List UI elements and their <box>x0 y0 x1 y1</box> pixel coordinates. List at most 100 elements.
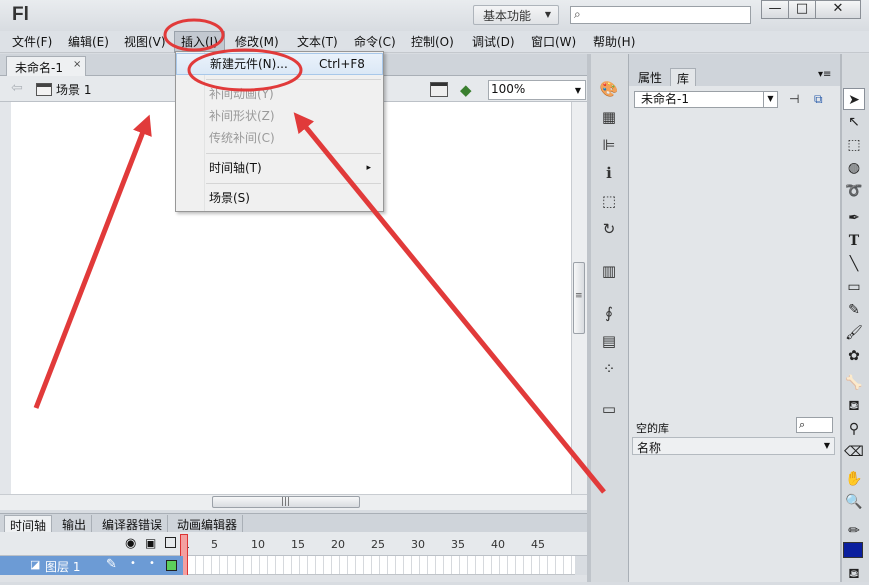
stroke-color-icon[interactable]: ✏ <box>843 520 865 542</box>
menu-item-timeline[interactable]: 时间轴(T) ▸ <box>176 157 383 179</box>
history-icon[interactable]: ↻ <box>599 219 619 239</box>
components-icon[interactable]: ▤ <box>599 331 619 351</box>
search-icon: ⌕ <box>574 7 581 21</box>
layer-icon: ◪ <box>30 558 41 571</box>
close-button[interactable]: ✕ <box>815 0 861 19</box>
library-search-input[interactable]: ⌕ <box>796 417 833 433</box>
pen-tool-icon[interactable]: ✒ <box>843 207 865 229</box>
zoom-tool-icon[interactable]: 🔍 <box>843 491 865 513</box>
submenu-arrow-icon: ▸ <box>366 163 371 173</box>
project-icon[interactable]: ▭ <box>599 399 619 419</box>
align-icon[interactable]: ⊫ <box>599 135 619 155</box>
tab-library[interactable]: 库 <box>670 68 697 86</box>
menu-commands[interactable]: 命令(C) <box>348 31 402 53</box>
text-tool-icon[interactable]: T <box>843 230 865 252</box>
menu-item-shortcut: Ctrl+F8 <box>319 57 365 71</box>
tab-motion-editor[interactable]: 动画编辑器 <box>172 515 244 533</box>
menu-separator <box>206 183 381 184</box>
tab-properties[interactable]: 属性 <box>632 68 668 86</box>
menu-item-label: 新建元件(N)... <box>210 57 288 71</box>
free-transform-tool-icon[interactable]: ⬚ <box>843 134 865 156</box>
3d-rotation-tool-icon[interactable]: ◍ <box>843 157 865 179</box>
tab-timeline[interactable]: 时间轴 <box>4 515 53 533</box>
library-document-select[interactable]: 未命名-1 ▼ <box>634 91 778 108</box>
menu-control[interactable]: 控制(O) <box>405 31 460 53</box>
menu-item-label: 时间轴(T) <box>209 161 262 175</box>
back-arrow-icon[interactable]: ⇦ <box>11 80 23 96</box>
edit-scene-icon[interactable] <box>430 82 448 97</box>
subselection-tool-icon[interactable]: ↖ <box>843 111 865 133</box>
minimize-button[interactable]: — <box>761 0 789 19</box>
menu-view[interactable]: 视图(V) <box>118 31 172 53</box>
pin-icon[interactable]: ⊣ <box>789 92 799 106</box>
library-column-header[interactable]: 名称 ▼ <box>632 437 835 455</box>
document-tab[interactable]: 未命名-1 × <box>6 56 86 76</box>
sort-arrow-icon: ▼ <box>823 441 830 450</box>
tab-compiler-errors[interactable]: 编译器错误 <box>97 515 169 533</box>
zoom-select[interactable]: 100% ▼ <box>488 80 586 100</box>
chevron-down-icon: ▼ <box>763 92 777 107</box>
lasso-tool-icon[interactable]: ➰ <box>843 180 865 202</box>
motion-presets-icon[interactable]: ⁘ <box>599 359 619 379</box>
frames-row[interactable] <box>188 556 575 575</box>
eye-icon[interactable]: ◉ <box>125 536 136 551</box>
dot-icon[interactable]: • <box>130 558 136 569</box>
rectangle-tool-icon[interactable]: ▭ <box>843 276 865 298</box>
dot-icon[interactable]: • <box>149 558 155 569</box>
info-icon[interactable]: ℹ <box>599 163 619 183</box>
chevron-down-icon: ▼ <box>544 10 551 19</box>
brush-tool-icon[interactable]: 🖌 <box>843 322 865 344</box>
frame-number: 15 <box>291 538 305 551</box>
menu-modify[interactable]: 修改(M) <box>229 31 285 53</box>
horizontal-scroll-thumb[interactable]: ||| <box>212 496 360 508</box>
bone-tool-icon[interactable]: 🦴 <box>843 372 865 394</box>
layer-row[interactable]: ◪ 图层 1 ✎ • • <box>0 556 183 575</box>
swatches-icon[interactable]: ▦ <box>599 107 619 127</box>
library-icon[interactable]: ▥ <box>599 261 619 281</box>
tab-output[interactable]: 输出 <box>57 515 93 533</box>
menu-help[interactable]: 帮助(H) <box>587 31 641 53</box>
menu-text[interactable]: 文本(T) <box>291 31 344 53</box>
layer-outline-color[interactable] <box>166 560 177 571</box>
transform-icon[interactable]: ⬚ <box>599 191 619 211</box>
actions-icon[interactable]: ∮ <box>599 303 619 323</box>
color-panel-icon[interactable]: 🎨 <box>599 79 619 99</box>
timeline-tab-bar: 时间轴 输出 编译器错误 动画编辑器 <box>0 513 587 533</box>
pencil-tool-icon[interactable]: ✎ <box>843 299 865 321</box>
layer-name: 图层 1 <box>45 560 81 574</box>
menu-item-new-symbol[interactable]: 新建元件(N)... Ctrl+F8 <box>176 53 383 75</box>
menu-item-scene[interactable]: 场景(S) <box>176 187 383 209</box>
frame-ruler[interactable]: 1 5 10 15 20 25 30 35 40 45 <box>183 536 579 556</box>
line-tool-icon[interactable]: ╲ <box>843 253 865 275</box>
insert-menu: 新建元件(N)... Ctrl+F8 补间动画(Y) 补间形状(Z) 传统补间(… <box>175 51 384 212</box>
menu-debug[interactable]: 调试(D) <box>466 31 521 53</box>
eraser-tool-icon[interactable]: ⌫ <box>843 441 865 463</box>
new-library-panel-icon[interactable]: ⧉ <box>814 92 823 107</box>
eyedropper-tool-icon[interactable]: ⚲ <box>843 418 865 440</box>
outline-icon[interactable] <box>165 537 176 548</box>
selection-tool-icon[interactable]: ➤ <box>843 88 865 110</box>
deco-tool-icon[interactable]: ✿ <box>843 345 865 367</box>
scene-clapper-icon <box>36 83 52 96</box>
close-icon[interactable]: × <box>73 59 81 70</box>
menu-window[interactable]: 窗口(W) <box>525 31 582 53</box>
fill-color-swatch[interactable] <box>843 542 863 558</box>
maximize-button[interactable]: □ <box>788 0 816 19</box>
hand-tool-icon[interactable]: ✋ <box>843 468 865 490</box>
library-list[interactable] <box>632 455 835 582</box>
menu-insert[interactable]: 插入(I) <box>174 31 225 53</box>
workspace-switcher[interactable]: 基本功能 ▼ <box>473 5 559 25</box>
help-search-input[interactable]: ⌕ <box>570 6 751 24</box>
grip-icon: ≡ <box>575 291 583 301</box>
lock-icon[interactable]: ▣ <box>145 536 156 550</box>
menu-separator <box>206 79 381 80</box>
menu-edit[interactable]: 编辑(E) <box>62 31 115 53</box>
library-document-name: 未命名-1 <box>641 92 689 106</box>
vertical-scroll-thumb[interactable]: ≡ <box>573 262 585 334</box>
menu-item-motion-tween: 补间动画(Y) <box>209 87 274 101</box>
stage-pasteboard <box>0 102 11 496</box>
menu-file[interactable]: 文件(F) <box>6 31 58 53</box>
panel-menu-icon[interactable]: ▾≡ <box>818 69 831 80</box>
paint-bucket-tool-icon[interactable]: ⛾ <box>843 395 865 417</box>
edit-symbol-icon[interactable]: ◆ <box>460 81 472 99</box>
